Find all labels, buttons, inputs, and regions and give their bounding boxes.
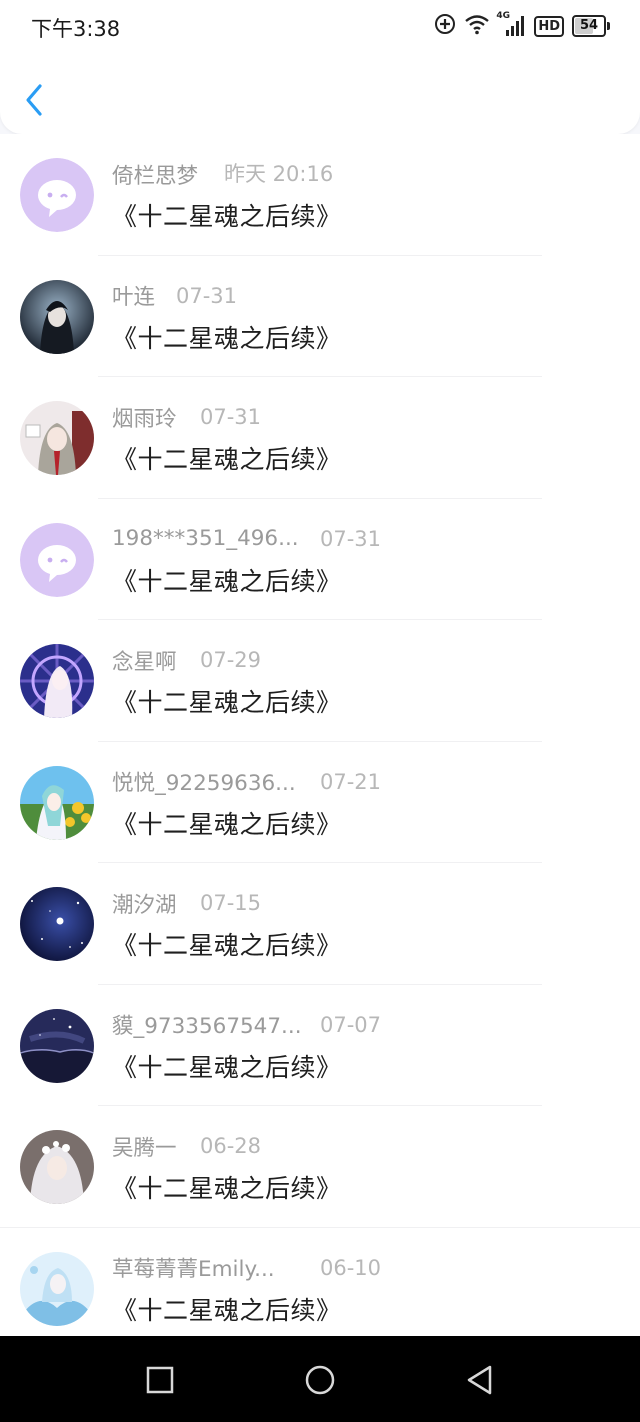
- list-item[interactable]: 潮汐湖 07-15 《十二星魂之后续》: [0, 863, 640, 985]
- status-bar: 下午3:38 4G HD 54: [0, 0, 640, 52]
- navigation-bar: [0, 1336, 640, 1422]
- message-time: 07-31: [176, 283, 238, 308]
- status-icons: 4G HD 54: [434, 11, 610, 39]
- message-time: 07-07: [320, 1012, 382, 1037]
- sender-name: 198***351_496...: [112, 526, 299, 551]
- list-item[interactable]: 草莓菁菁Emily... 06-10 《十二星魂之后续》: [0, 1228, 640, 1337]
- sender-name: 草莓菁菁Emily...: [112, 1257, 275, 1282]
- list-item[interactable]: 198***351_496... 07-31 《十二星魂之后续》: [0, 499, 640, 620]
- sender-name: 倚栏思梦: [112, 163, 199, 189]
- sender-name: 念星啊: [112, 649, 177, 675]
- dark-haired-anime-avatar: [20, 279, 94, 354]
- message-time: 昨天 20:16: [224, 162, 334, 186]
- message-text: 《十二星魂之后续》: [112, 323, 342, 353]
- message-time: 07-31: [320, 526, 382, 551]
- list-item[interactable]: 烟雨玲 07-31 《十二星魂之后续》: [0, 377, 640, 499]
- message-text: 《十二星魂之后续》: [112, 1295, 342, 1325]
- anime-girl-avatar: [20, 401, 94, 475]
- sender-name: 叶连: [112, 285, 156, 310]
- chevron-left-icon: [26, 84, 42, 116]
- data-saver-icon: [434, 13, 456, 39]
- back-button[interactable]: [18, 80, 52, 120]
- white-haired-girl-avatar: [20, 1130, 94, 1204]
- hd-icon: HD: [534, 15, 564, 37]
- blue-anime-avatar: [20, 1251, 94, 1326]
- message-time: 06-10: [320, 1255, 382, 1280]
- square-icon: [146, 1366, 174, 1394]
- message-text: 《十二星魂之后续》: [112, 931, 342, 960]
- circle-icon: [305, 1365, 335, 1395]
- default-chat-avatar: [20, 522, 94, 597]
- list-item[interactable]: 貘_9733567547... 07-07 《十二星魂之后续》: [0, 985, 640, 1106]
- sender-name: 潮汐湖: [112, 892, 177, 918]
- sender-name: 貘_9733567547...: [112, 1014, 302, 1039]
- message-text: 《十二星魂之后续》: [112, 566, 342, 596]
- starry-sky-avatar: [20, 887, 94, 961]
- list-item[interactable]: 悦悦_92259636... 07-21 《十二星魂之后续》: [0, 742, 640, 863]
- message-text: 《十二星魂之后续》: [112, 1174, 342, 1203]
- sender-name: 悦悦_92259636...: [112, 771, 296, 796]
- sender-name: 吴腾一: [112, 1135, 177, 1161]
- stained-glass-anime-avatar: [20, 644, 94, 718]
- sender-name: 烟雨玲: [112, 406, 177, 432]
- message-text: 《十二星魂之后续》: [112, 1052, 342, 1082]
- recent-apps-button[interactable]: [143, 1363, 177, 1397]
- message-time: 07-15: [200, 891, 262, 915]
- status-time: 下午3:38: [31, 17, 121, 41]
- list-item[interactable]: 叶连 07-31 《十二星魂之后续》: [0, 256, 640, 377]
- battery-level: 54: [579, 18, 599, 33]
- message-time: 07-31: [200, 405, 262, 429]
- message-text: 《十二星魂之后续》: [112, 809, 342, 839]
- default-chat-avatar: [20, 158, 94, 232]
- message-text: 《十二星魂之后续》: [112, 202, 342, 231]
- list-item[interactable]: 吴腾一 06-28 《十二星魂之后续》: [0, 1106, 640, 1228]
- signal-icon: 4G: [496, 11, 526, 38]
- message-time: 07-21: [320, 769, 382, 794]
- triangle-back-icon: [467, 1365, 492, 1395]
- list-item[interactable]: 倚栏思梦 昨天 20:16 《十二星魂之后续》: [0, 134, 640, 256]
- wifi-icon: [464, 13, 490, 39]
- message-list: 倚栏思梦 昨天 20:16 《十二星魂之后续》 叶连 07-31 《十二星魂之后…: [0, 134, 640, 1336]
- home-button[interactable]: [303, 1363, 337, 1397]
- battery-icon: 54: [572, 15, 610, 37]
- header: 下午3:38 4G HD 54: [0, 0, 640, 134]
- message-time: 07-29: [200, 648, 262, 672]
- back-nav-button[interactable]: [463, 1363, 497, 1397]
- message-text: 《十二星魂之后续》: [112, 445, 342, 474]
- message-text: 《十二星魂之后续》: [112, 688, 342, 717]
- night-lake-avatar: [20, 1008, 94, 1083]
- message-time: 06-28: [200, 1134, 262, 1158]
- list-item[interactable]: 念星啊 07-29 《十二星魂之后续》: [0, 620, 640, 742]
- sunflower-anime-avatar: [20, 765, 94, 840]
